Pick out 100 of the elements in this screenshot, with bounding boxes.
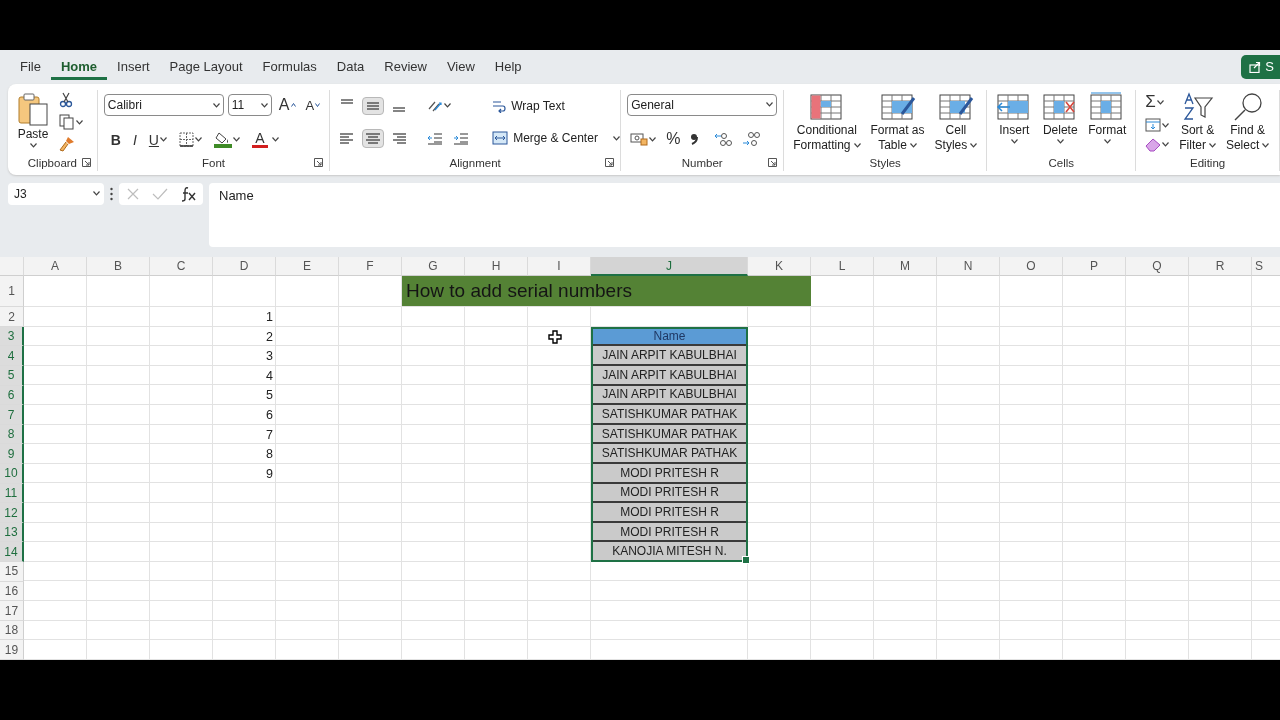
- row-header[interactable]: 18: [0, 620, 24, 641]
- decrease-font-size-button[interactable]: A: [302, 95, 324, 115]
- group-label: Styles: [869, 156, 901, 169]
- color-bar-icon: [251, 144, 268, 148]
- row-header[interactable]: 9: [0, 444, 24, 465]
- format-button[interactable]: Format: [1085, 89, 1130, 155]
- group-label: Cells: [1048, 156, 1074, 169]
- conditional-format-icon: [808, 91, 845, 122]
- row-header[interactable]: 19: [0, 640, 24, 660]
- increase-font-size-button[interactable]: A: [275, 94, 299, 117]
- row-header[interactable]: 17: [0, 601, 24, 621]
- column-header[interactable]: R: [1189, 257, 1252, 277]
- outdent-icon: [427, 131, 444, 145]
- align-center-icon: [365, 130, 382, 146]
- column-header[interactable]: D: [213, 257, 276, 277]
- decimal-arrow-icon: [714, 131, 733, 148]
- function-icon: [180, 185, 196, 202]
- align-top-icon: [339, 99, 356, 105]
- formula-input[interactable]: Name: [209, 182, 1280, 247]
- find-select-button[interactable]: Find & Select: [1222, 89, 1273, 155]
- row-header[interactable]: 6: [0, 385, 24, 406]
- align-button[interactable]: [362, 128, 385, 148]
- copy-button[interactable]: [56, 112, 86, 133]
- column-header[interactable]: E: [276, 257, 339, 277]
- ribbon-tab[interactable]: Home: [50, 53, 108, 81]
- align-right-icon: [391, 130, 408, 146]
- name-box[interactable]: J3: [8, 182, 104, 205]
- column-header[interactable]: K: [748, 257, 811, 277]
- column-header[interactable]: G: [402, 257, 465, 277]
- table-cell-text: 5: [265, 387, 274, 405]
- group-label: Clipboard: [27, 156, 78, 169]
- percent-button[interactable]: %: [663, 128, 684, 151]
- row-header[interactable]: 7: [0, 405, 24, 425]
- row-header[interactable]: 2: [0, 307, 24, 327]
- insert-button[interactable]: Insert: [993, 89, 1036, 155]
- column-header[interactable]: Q: [1126, 257, 1189, 277]
- merge-center-button[interactable]: Merge & Center: [488, 129, 624, 148]
- column-header[interactable]: L: [811, 257, 874, 277]
- column-header[interactable]: F: [339, 257, 402, 277]
- autosum-button[interactable]: Σ: [1142, 90, 1173, 115]
- format-as-table-button[interactable]: Format as Table: [867, 89, 928, 155]
- table-cell: MODI PRITESH R: [591, 464, 748, 484]
- column-header[interactable]: N: [937, 257, 1000, 277]
- number-format-dropdown[interactable]: General: [627, 93, 778, 116]
- row-header[interactable]: 3: [0, 326, 24, 347]
- sort-filter-button[interactable]: Sort & Filter: [1176, 89, 1219, 155]
- ribbon-tab[interactable]: View: [436, 53, 485, 81]
- bold-button[interactable]: B: [107, 129, 124, 150]
- cell-styles-button[interactable]: Cell Styles: [931, 89, 981, 155]
- group-label: Number: [681, 156, 723, 169]
- column-header[interactable]: J: [591, 257, 748, 277]
- fill-handle[interactable]: [742, 556, 750, 564]
- font-name-dropdown[interactable]: Calibri: [103, 94, 224, 117]
- table-cell: MODI PRITESH R: [591, 503, 748, 523]
- underline-button[interactable]: U: [145, 129, 170, 150]
- close-icon: [126, 186, 140, 201]
- row-header[interactable]: 4: [0, 346, 24, 367]
- ribbon-tab[interactable]: Data: [326, 53, 375, 81]
- align-button[interactable]: [362, 96, 385, 115]
- row-header[interactable]: 8: [0, 424, 24, 445]
- column-header[interactable]: P: [1063, 257, 1126, 277]
- wrap-text-button[interactable]: Wrap Text: [488, 96, 624, 115]
- column-header[interactable]: O: [1000, 257, 1063, 277]
- row-header[interactable]: 13: [0, 522, 24, 543]
- row-header[interactable]: 11: [0, 483, 24, 504]
- column-header[interactable]: I: [528, 257, 591, 277]
- ribbon-tab[interactable]: Help: [484, 53, 532, 81]
- column-header[interactable]: A: [24, 257, 87, 277]
- font-size-dropdown[interactable]: 11: [227, 94, 272, 117]
- ribbon-tab[interactable]: Insert: [107, 53, 160, 81]
- column-header[interactable]: S: [1252, 257, 1280, 277]
- ribbon-tab[interactable]: File: [10, 53, 51, 81]
- paste-button[interactable]: Paste: [14, 89, 52, 155]
- row-header[interactable]: 16: [0, 581, 24, 602]
- table-cell-text: 9: [265, 465, 274, 483]
- caret-up-icon: [290, 103, 296, 108]
- row-header[interactable]: 12: [0, 503, 24, 523]
- ribbon-tab[interactable]: Review: [374, 53, 437, 81]
- dialog-launcher-icon: [81, 157, 91, 167]
- caret-icon: [1162, 122, 1170, 128]
- row-header[interactable]: 1: [0, 276, 24, 308]
- column-header[interactable]: C: [150, 257, 213, 277]
- brush-icon: [59, 135, 75, 152]
- delete-button[interactable]: Delete: [1039, 89, 1082, 155]
- row-header[interactable]: 5: [0, 366, 24, 386]
- ribbon-tab[interactable]: Page Layout: [159, 53, 253, 81]
- row-header[interactable]: 10: [0, 464, 24, 484]
- column-header[interactable]: H: [465, 257, 528, 277]
- font-color-button[interactable]: A: [248, 129, 271, 150]
- caret-icon: [93, 191, 100, 197]
- row-header[interactable]: 15: [0, 562, 24, 582]
- paint-bucket-icon: [213, 131, 232, 149]
- row-header[interactable]: 14: [0, 542, 24, 562]
- table-cell-text: 2: [265, 328, 274, 346]
- ribbon-tab[interactable]: Formulas: [252, 53, 327, 81]
- column-header[interactable]: B: [87, 257, 150, 277]
- column-header[interactable]: M: [874, 257, 937, 277]
- share-button[interactable]: S: [1241, 54, 1280, 79]
- italic-button[interactable]: I: [129, 129, 140, 150]
- conditional-formatting-button[interactable]: Conditional Formatting: [790, 89, 864, 155]
